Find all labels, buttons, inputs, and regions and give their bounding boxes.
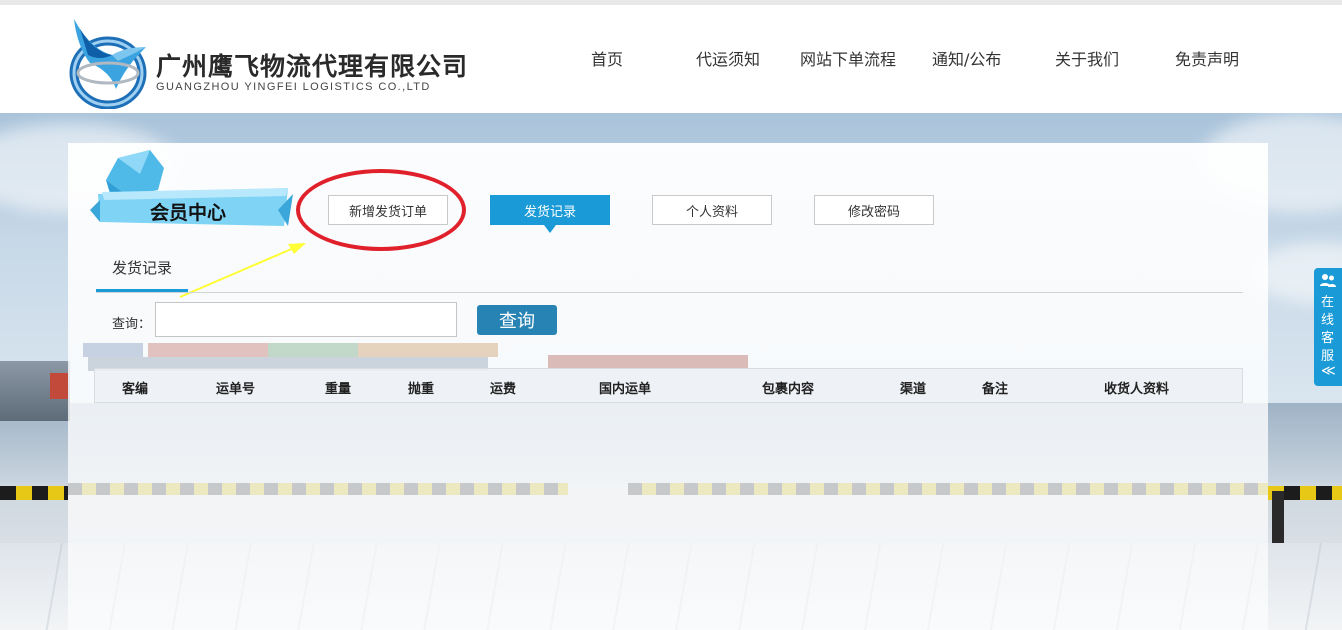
- member-center-title: 会员中心: [150, 202, 227, 224]
- column-header: 国内运单: [599, 382, 652, 397]
- search-button[interactable]: 查询: [477, 305, 557, 335]
- online-service-label: 在线客服: [1321, 295, 1335, 364]
- annotation-circle: [296, 169, 466, 251]
- nav-shipping-notice[interactable]: 代运须知: [696, 46, 760, 70]
- column-header: 重量: [325, 382, 352, 397]
- records-table-header: 客编 运单号 重量 抛重 运费 国内运单 包裹内容 渠道 备注 收货人资料: [94, 368, 1243, 403]
- column-header: 备注: [982, 382, 1009, 397]
- column-header: 收货人资料: [1104, 382, 1170, 397]
- nav-about-us[interactable]: 关于我们: [1055, 46, 1119, 70]
- nav-announcements[interactable]: 通知/公布: [932, 46, 1001, 70]
- column-header: 运单号: [216, 382, 256, 397]
- search-input[interactable]: [155, 302, 457, 337]
- nav-disclaimer[interactable]: 免责声明: [1175, 46, 1239, 70]
- search-label: 查询：: [112, 317, 152, 332]
- column-header: 包裹内容: [762, 382, 815, 397]
- site-header: 广州鹰飞物流代理有限公司 GUANGZHOU YINGFEI LOGISTICS…: [0, 5, 1342, 113]
- users-icon: [1320, 274, 1336, 287]
- tab-shipping-records[interactable]: 发货记录: [490, 195, 610, 233]
- subtab-shipping-records[interactable]: 发货记录: [112, 257, 172, 278]
- column-header: 客编: [122, 382, 149, 397]
- column-header: 渠道: [900, 382, 927, 397]
- section-divider: [96, 292, 1243, 293]
- main-nav: 首页 代运须知 网站下单流程 通知/公布 关于我们 免责声明: [0, 5, 1342, 113]
- nav-home[interactable]: 首页: [591, 46, 623, 70]
- column-header: 抛重: [408, 382, 435, 397]
- chevrons-left-icon[interactable]: ≪: [1321, 363, 1336, 379]
- tab-change-password[interactable]: 修改密码: [814, 195, 934, 225]
- nav-order-process[interactable]: 网站下单流程: [800, 46, 896, 70]
- column-header: 运费: [490, 382, 517, 397]
- online-service-button[interactable]: 在线客服 ≪: [1314, 268, 1342, 386]
- tab-profile[interactable]: 个人资料: [652, 195, 772, 225]
